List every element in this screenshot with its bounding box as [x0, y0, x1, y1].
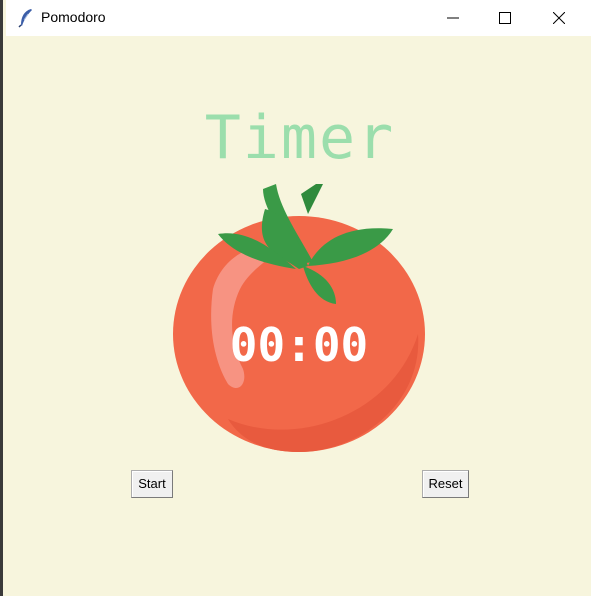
main-content: Timer 00:00 Start Reset: [6, 36, 591, 596]
window-title: Pomodoro: [41, 9, 106, 25]
feather-icon: [18, 8, 34, 28]
close-icon: [553, 12, 565, 24]
maximize-icon: [499, 12, 511, 24]
minimize-icon: [447, 17, 459, 19]
minimize-button[interactable]: [430, 0, 476, 36]
reset-button[interactable]: Reset: [422, 470, 469, 498]
countdown-display: 00:00: [229, 318, 369, 372]
timer-heading: Timer: [204, 103, 396, 173]
maximize-button[interactable]: [482, 0, 528, 36]
start-button[interactable]: Start: [131, 470, 173, 498]
title-bar[interactable]: Pomodoro: [6, 0, 591, 36]
close-button[interactable]: [536, 0, 582, 36]
pomodoro-window: Pomodoro Timer 00:00 Start Reset: [0, 0, 591, 596]
